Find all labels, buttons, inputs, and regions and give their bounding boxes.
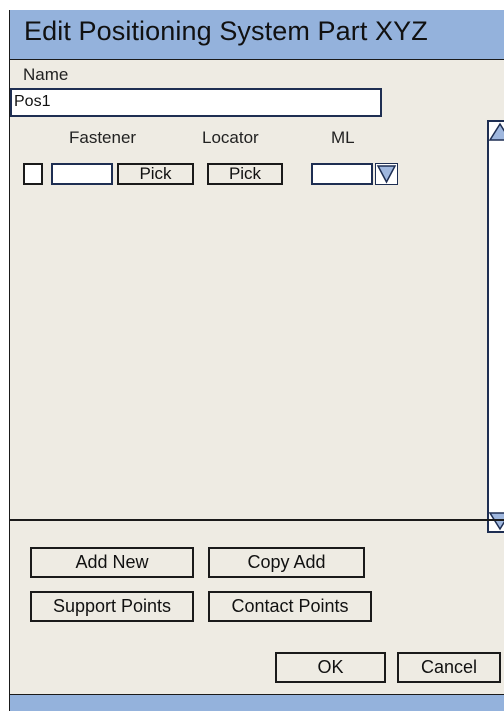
title-bar: Edit Positioning System Part XYZ (10, 10, 504, 60)
triangle-down-icon[interactable] (489, 511, 504, 531)
locator-pick-button[interactable]: Pick (207, 163, 283, 185)
fastener-pick-button[interactable]: Pick (117, 163, 194, 185)
list-scrollbar[interactable] (487, 120, 504, 533)
cancel-button[interactable]: Cancel (397, 652, 501, 683)
triangle-up-icon[interactable] (489, 122, 504, 142)
edit-positioning-dialog: Edit Positioning System Part XYZ Name Po… (9, 10, 504, 711)
fastener-field[interactable] (51, 163, 113, 185)
column-header-locator: Locator (202, 128, 259, 147)
column-header-fastener: Fastener (69, 128, 137, 147)
window-title: Edit Positioning System Part XYZ (24, 16, 428, 46)
row-select-checkbox[interactable] (23, 163, 43, 185)
copy-add-button[interactable]: Copy Add (208, 547, 365, 578)
ok-button[interactable]: OK (275, 652, 386, 683)
triangle-down-icon (376, 165, 397, 184)
divider (10, 519, 504, 521)
contact-points-button[interactable]: Contact Points (208, 591, 372, 622)
bottom-bar (10, 694, 504, 711)
column-header-ml: ML (331, 128, 355, 147)
ml-dropdown-button[interactable] (375, 163, 398, 185)
name-label: Name (23, 65, 69, 84)
add-new-button[interactable]: Add New (30, 547, 194, 578)
ml-field[interactable] (311, 163, 373, 185)
name-input[interactable]: Pos1 (10, 88, 382, 117)
support-points-button[interactable]: Support Points (30, 591, 194, 622)
